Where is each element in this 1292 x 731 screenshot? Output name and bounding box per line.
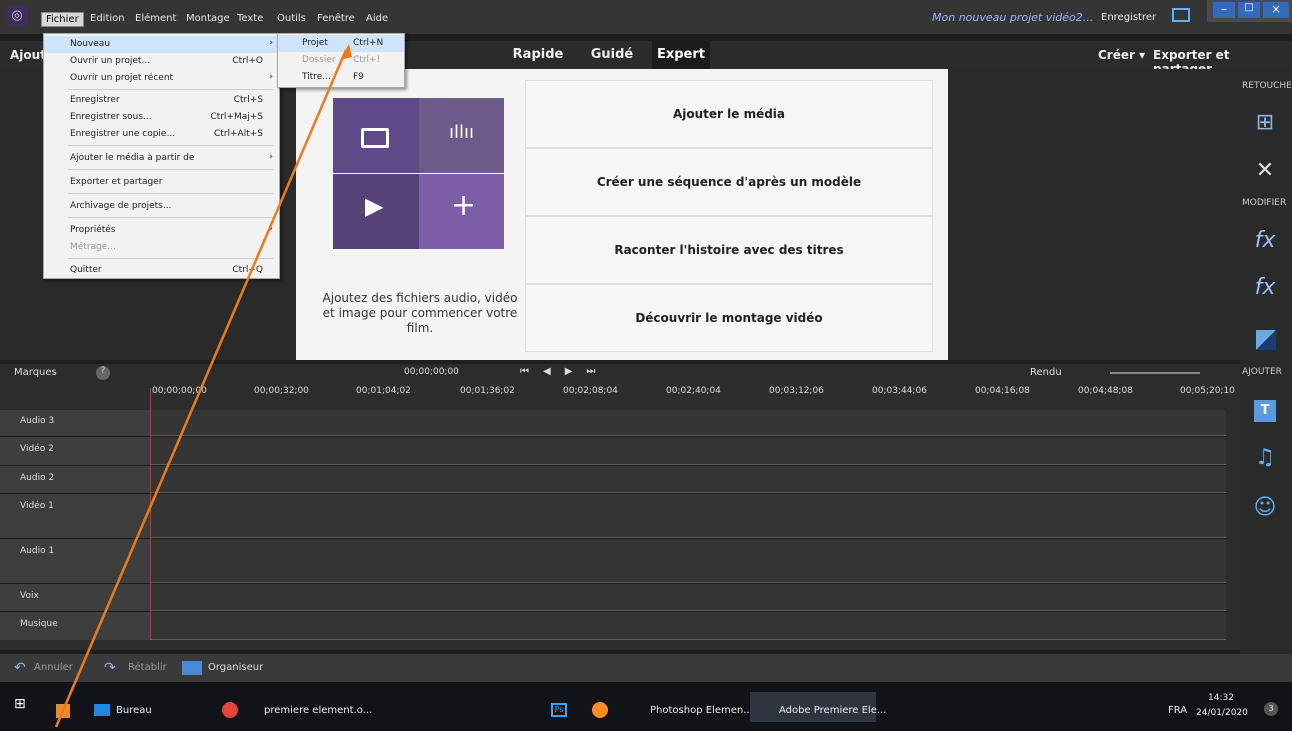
annotation-arrow (54, 44, 352, 728)
annotation-arrow-line (54, 49, 348, 728)
annotation-arrow-head (340, 44, 352, 60)
